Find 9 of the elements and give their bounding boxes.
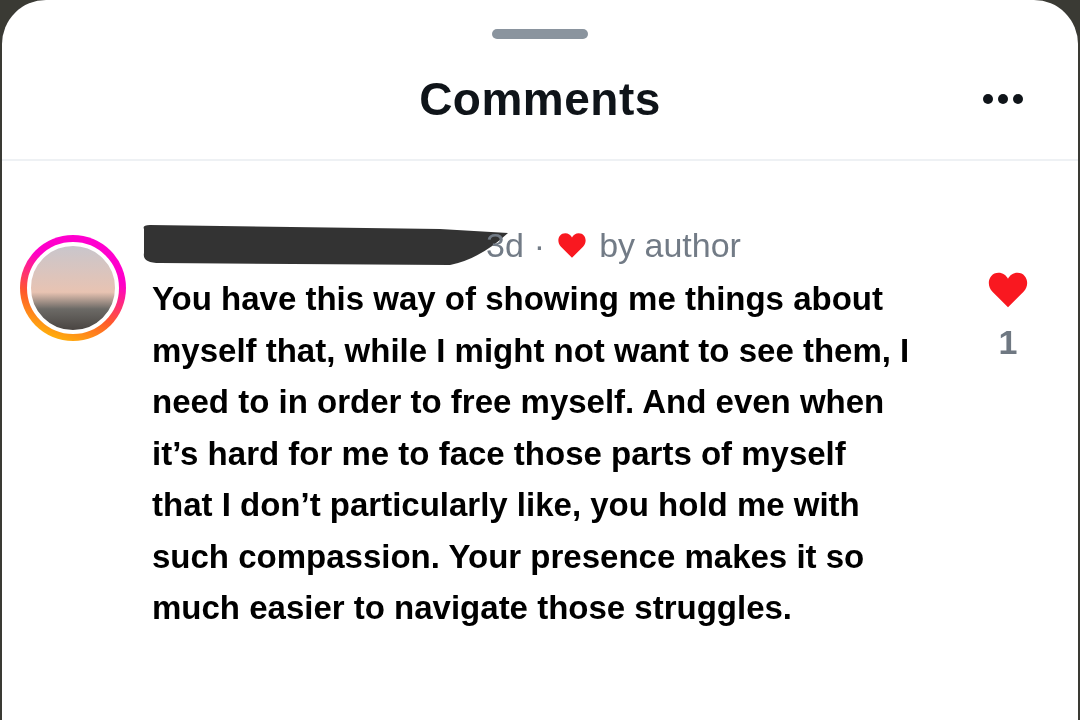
comment-text: You have this way of showing me things about myself that, while I might not want to see them, I need to in order to free myself. And even when it’s hard for me to face those parts of myself that I don’t particularly like, you hold me with such compassion. Your presence makes it so much easier to navigate those struggles. xyxy=(152,279,911,628)
separator-dot: · xyxy=(533,225,546,265)
comment-time: 3d xyxy=(486,225,524,265)
like-count: 1 xyxy=(998,323,1018,362)
like-heart-icon[interactable] xyxy=(986,271,1030,309)
liked-by-author-label: by author xyxy=(599,225,741,265)
more-options-icon[interactable] xyxy=(982,93,1024,105)
sheet-title: Comments xyxy=(419,72,661,126)
drag-handle[interactable] xyxy=(492,29,588,39)
